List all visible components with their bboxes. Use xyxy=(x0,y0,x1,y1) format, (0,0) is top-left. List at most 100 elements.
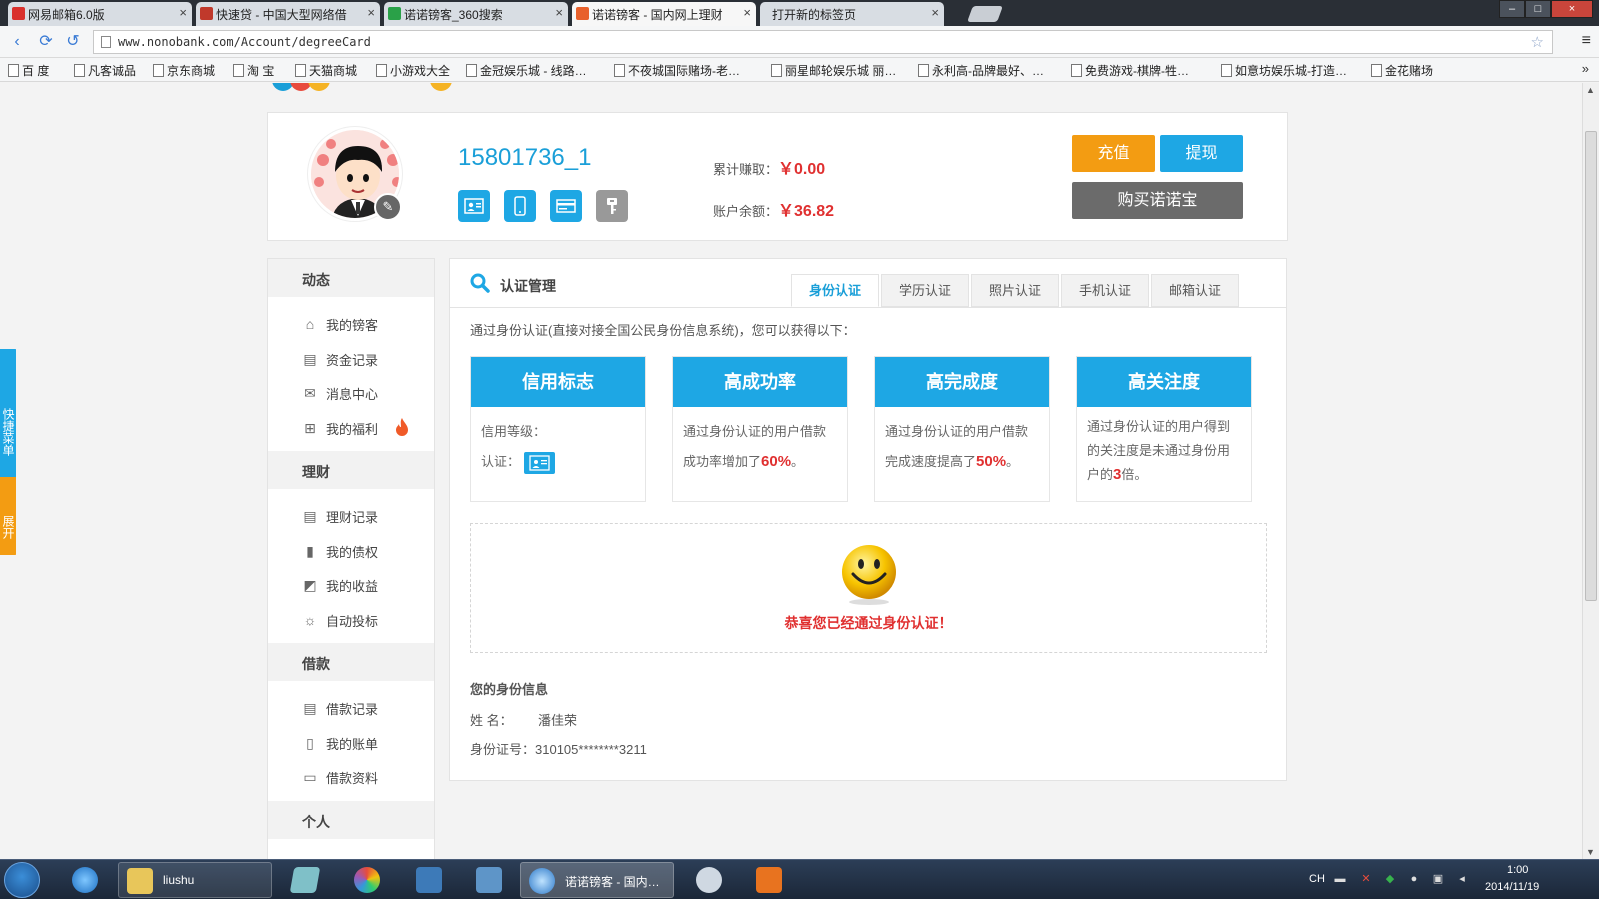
keyboard-icon[interactable]: ▬ xyxy=(1333,872,1347,886)
sidebar-item-my-bills[interactable]: ▯ 我的账单 xyxy=(268,726,434,761)
bank-card-icon[interactable] xyxy=(550,190,582,222)
recharge-button[interactable]: 充值 xyxy=(1072,135,1155,172)
bookmark-item[interactable]: 不夜城国际赌场-老… xyxy=(614,62,740,79)
bookmark-item[interactable]: 金冠娱乐城 - 线路… xyxy=(466,62,587,79)
sidebar-item-invest-records[interactable]: ▤ 理财记录 xyxy=(268,499,434,534)
verification-tabs: 身份认证 学历认证 照片认证 手机认证 邮箱认证 xyxy=(789,274,1239,307)
refresh-icon[interactable]: ⟳ xyxy=(37,33,55,51)
bookmark-item[interactable]: 京东商城 xyxy=(153,62,215,79)
profile-card: ✎ 15801736_1 累计赚取：￥0.00 账户余额：￥36.82 充值 提… xyxy=(267,112,1288,241)
ie-taskbar-icon[interactable] xyxy=(64,862,106,898)
browser-tab-mail[interactable]: 网易邮箱6.0版 × xyxy=(8,2,192,26)
site-logo[interactable] xyxy=(272,83,452,91)
card-title: 高成功率 xyxy=(673,357,847,407)
undo-icon[interactable]: ↺ xyxy=(64,33,82,51)
media-taskbar-icon[interactable] xyxy=(346,862,388,898)
clock-date[interactable]: 2014/11/19 xyxy=(1485,881,1539,893)
sidebar-item-benefits[interactable]: ⊞ 我的福利 xyxy=(268,411,434,446)
edit-avatar-icon[interactable]: ✎ xyxy=(374,193,402,221)
sidebar-item-label: 我的收益 xyxy=(326,579,379,594)
id-card-badge-icon xyxy=(524,451,556,474)
tab-phone[interactable]: 手机认证 xyxy=(1061,274,1149,307)
bookmark-item[interactable]: 小游戏大全 xyxy=(376,62,450,79)
tab-identity[interactable]: 身份认证 xyxy=(791,274,879,307)
sidebar-item-messages[interactable]: ✉ 消息中心 xyxy=(268,376,434,411)
pdf-taskbar-icon[interactable] xyxy=(748,862,790,898)
tab-education[interactable]: 学历认证 xyxy=(881,274,969,307)
network-icon[interactable]: ▣ xyxy=(1431,872,1445,886)
browser-tab-kuaisudai[interactable]: 快速贷 - 中国大型网络借 × xyxy=(196,2,380,26)
sidebar-item-loan-documents[interactable]: ▭ 借款资料 xyxy=(268,760,434,795)
sidebar-item-my-account[interactable]: ⌂ 我的镑客 xyxy=(268,307,434,342)
close-tab-icon[interactable]: × xyxy=(555,5,563,20)
maximize-button[interactable]: □ xyxy=(1525,0,1551,18)
browser-tab-nonobank[interactable]: 诺诺镑客 - 国内网上理财 × xyxy=(572,2,756,26)
id-number-label: 身份证号： xyxy=(470,742,536,757)
screen-taskbar-icon[interactable] xyxy=(468,862,510,898)
bookmark-item[interactable]: 金花赌场 xyxy=(1371,62,1433,79)
bookmark-item[interactable]: 凡客诚品 xyxy=(74,62,136,79)
sidebar-item-auto-bid[interactable]: ☼ 自动投标 xyxy=(268,603,434,638)
film-taskbar-icon[interactable] xyxy=(408,862,450,898)
sidebar-item-fund-records[interactable]: ▤ 资金记录 xyxy=(268,342,434,377)
new-tab-button[interactable] xyxy=(967,6,1003,22)
bookmark-star-icon[interactable]: ☆ xyxy=(1531,33,1544,51)
app-taskbar-icon[interactable] xyxy=(284,862,326,898)
windows-taskbar: liushu 诺诺镑客 - 国内… CH ▬ ✕ ◆ ● ▣ ◂ 1:00 20… xyxy=(0,859,1599,899)
tab-email[interactable]: 邮箱认证 xyxy=(1151,274,1239,307)
phone-icon[interactable] xyxy=(504,190,536,222)
volume-icon[interactable]: ◂ xyxy=(1455,872,1469,886)
close-tab-icon[interactable]: × xyxy=(931,5,939,20)
vertical-scrollbar[interactable]: ▲ ▼ xyxy=(1582,83,1599,859)
bookmark-item[interactable]: 淘 宝 xyxy=(233,62,274,79)
bookmark-item[interactable]: 天猫商城 xyxy=(295,62,357,79)
card-text: 通过身份认证的用户得到的关注度是未通过身份用户的 xyxy=(1087,419,1231,482)
bookmark-item[interactable]: 丽星邮轮娱乐城 丽… xyxy=(771,62,896,79)
sidebar-item-loan-records[interactable]: ▤ 借款记录 xyxy=(268,691,434,726)
quick-menu-label[interactable]: 快捷菜单 xyxy=(0,349,16,477)
close-tab-icon[interactable]: × xyxy=(743,5,751,20)
browser-tab-search[interactable]: 诺诺镑客_360搜索 × xyxy=(384,2,568,26)
antivirus-x-icon[interactable]: ✕ xyxy=(1359,872,1373,886)
sidebar-item-my-earnings[interactable]: ◩ 我的收益 xyxy=(268,568,434,603)
browser-tab-new-page[interactable]: 打开新的标签页 × xyxy=(760,2,944,26)
quick-menu[interactable]: 快捷菜单 展开 xyxy=(0,349,20,555)
tab-photo[interactable]: 照片认证 xyxy=(971,274,1059,307)
scroll-down-icon[interactable]: ▼ xyxy=(1586,847,1595,857)
sidebar-item-my-bonds[interactable]: ▮ 我的债权 xyxy=(268,534,434,569)
scroll-up-icon[interactable]: ▲ xyxy=(1586,85,1595,95)
quick-menu-expand[interactable]: 展开 xyxy=(0,477,16,555)
url-text: www.nonobank.com/Account/degreeCard xyxy=(118,35,371,49)
folder-icon xyxy=(127,868,153,894)
minimize-button[interactable]: – xyxy=(1499,0,1525,18)
key-icon[interactable] xyxy=(596,190,628,222)
buy-nonobao-button[interactable]: 购买诺诺宝 xyxy=(1072,182,1243,219)
browser-menu-icon[interactable]: ≡ xyxy=(1582,32,1591,50)
close-window-button[interactable]: × xyxy=(1551,0,1593,18)
close-tab-icon[interactable]: × xyxy=(367,5,375,20)
sidebar-item-label: 我的福利 xyxy=(326,421,379,437)
bookmark-item[interactable]: 百 度 xyxy=(8,62,49,79)
id-card-icon[interactable] xyxy=(458,190,490,222)
qq-icon[interactable]: ● xyxy=(1407,872,1421,886)
cd-taskbar-icon[interactable] xyxy=(688,862,730,898)
withdraw-button[interactable]: 提现 xyxy=(1160,135,1243,172)
bookmark-item[interactable]: 永利高-品牌最好、… xyxy=(918,62,1044,79)
close-tab-icon[interactable]: × xyxy=(179,5,187,20)
address-bar[interactable]: www.nonobank.com/Account/degreeCard ☆ xyxy=(93,30,1553,54)
back-icon[interactable]: ‹ xyxy=(8,33,26,51)
scrollbar-thumb[interactable] xyxy=(1585,131,1597,601)
input-language[interactable]: CH xyxy=(1309,873,1325,885)
browser-taskbar-button[interactable]: 诺诺镑客 - 国内… xyxy=(520,862,674,898)
bookmark-item[interactable]: 免费游戏-棋牌-牲… xyxy=(1071,62,1189,79)
credit-level-label: 信用等级： xyxy=(481,424,547,439)
tab-title: 打开新的标签页 xyxy=(772,8,857,22)
explorer-taskbar-button[interactable]: liushu xyxy=(118,862,272,898)
bookmark-item[interactable]: 如意坊娱乐城-打造… xyxy=(1221,62,1347,79)
clock-time[interactable]: 1:00 xyxy=(1507,864,1528,876)
shield-icon[interactable]: ◆ xyxy=(1383,872,1397,886)
card-title: 高关注度 xyxy=(1077,357,1251,407)
bookmarks-overflow-icon[interactable]: » xyxy=(1582,61,1589,76)
certified-label: 认证： xyxy=(481,454,521,469)
start-button[interactable] xyxy=(4,862,40,898)
